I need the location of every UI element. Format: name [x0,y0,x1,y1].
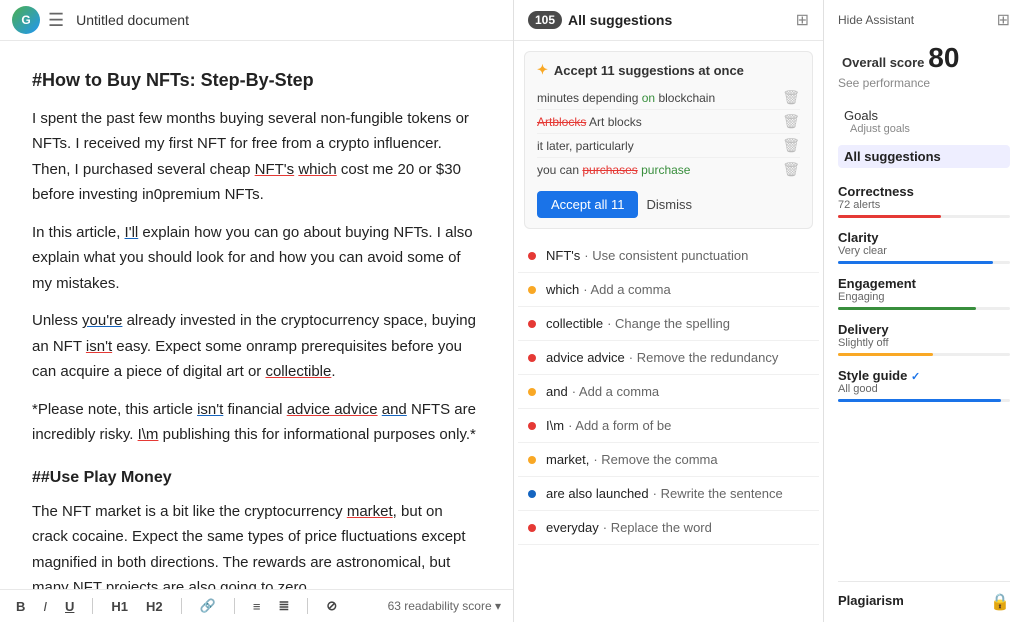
delete-icon-3[interactable]: 🗑 [782,137,800,154]
editor-content[interactable]: #How to Buy NFTs: Step-By-Step I spent t… [0,41,513,589]
metric-engagement: Engagement Engaging [838,276,1010,310]
nav-all-suggestions[interactable]: All suggestions [838,145,1010,168]
plagiarism-icon: 🔒 [990,592,1010,612]
suggestion-dot-yellow [528,286,536,294]
suggestion-dot-red [528,252,536,260]
formatting-bar: B I U H1 H2 🔗 ≡ ≣ ⊘ 63 readability score… [0,589,513,622]
suggestion-dot-red-3 [528,354,536,362]
fmt-separator-2 [181,598,182,614]
editor-heading2: ##Use Play Money [32,464,481,491]
suggestions-count: 105 [528,11,562,29]
plagiarism-label: Plagiarism [838,593,904,608]
delete-icon-2[interactable]: 🗑 [782,113,800,130]
editor-area: G ☰ Untitled document #How to Buy NFTs: … [0,0,514,622]
ordered-list-button[interactable]: ≡ [249,597,265,616]
editor-para2: In this article, I'll explain how you ca… [32,220,481,297]
suggestions-header: 105 All suggestions ⊞ [514,0,823,41]
suggestion-item-everyday[interactable]: everyday · Replace the word [518,511,819,545]
suggestion-item-which[interactable]: which · Add a comma [518,273,819,307]
suggestion-dot-red-2 [528,320,536,328]
suggestion-item-im[interactable]: I\m · Add a form of be [518,409,819,443]
underline-button[interactable]: U [61,597,78,616]
accept-banner-title: ✦ Accept 11 suggestions at once [537,62,800,78]
overall-score-value: 80 [928,42,959,73]
fmt-separator-4 [307,598,308,614]
clarity-bar [838,261,1010,264]
accept-banner-items: minutes depending on blockchain 🗑 Artblo… [537,86,800,181]
doc-title[interactable]: Untitled document [76,12,189,28]
nav-items: Goals Adjust goals All suggestions [838,104,1010,168]
sparkle-icon: ✦ [537,62,548,78]
clear-button[interactable]: ⊘ [322,596,341,616]
h1-button[interactable]: H1 [107,597,132,616]
editor-heading1: #How to Buy NFTs: Step-By-Step [32,65,481,96]
banner-item-1: minutes depending on blockchain 🗑 [537,86,800,110]
accept-all-button[interactable]: Accept all 11 [537,191,638,218]
suggestions-title: All suggestions [568,12,672,28]
engagement-bar [838,307,1010,310]
plagiarism-section[interactable]: 🔒 Plagiarism [838,581,1010,612]
banner-item-2: Artblocks Art blocks 🗑 [537,110,800,134]
toolbar-top: G ☰ Untitled document [0,0,513,41]
metric-clarity: Clarity Very clear [838,230,1010,264]
editor-para5: The NFT market is a bit like the cryptoc… [32,499,481,589]
suggestions-list: NFT's · Use consistent punctuation which… [514,239,823,622]
accept-all-banner: ✦ Accept 11 suggestions at once minutes … [524,51,813,229]
bold-button[interactable]: B [12,597,29,616]
suggestions-grid-icon[interactable]: ⊞ [796,10,809,30]
style-guide-bar [838,399,1010,402]
suggestions-panel: 105 All suggestions ⊞ ✦ Accept 11 sugges… [514,0,824,622]
logo-icon: G [12,6,40,34]
nav-goals[interactable]: Goals Adjust goals [838,104,1010,143]
suggestion-item-and[interactable]: and · Add a comma [518,375,819,409]
assistant-grid-icon[interactable]: ⊞ [997,10,1010,30]
delete-icon-1[interactable]: 🗑 [782,89,800,106]
metric-section: Correctness 72 alerts Clarity Very clear… [838,184,1010,414]
suggestion-dot-red-5 [528,524,536,532]
assistant-panel: Hide Assistant ⊞ Overall score 80 See pe… [824,0,1024,622]
correctness-bar [838,215,1010,218]
dismiss-button[interactable]: Dismiss [646,197,692,212]
overall-score-label: Overall score [842,55,924,70]
h2-button[interactable]: H2 [142,597,167,616]
metric-style-guide: Style guide ✓ All good [838,368,1010,402]
see-performance-link[interactable]: See performance [838,76,1010,90]
suggestion-dot-blue [528,490,536,498]
metric-delivery: Delivery Slightly off [838,322,1010,356]
suggestion-item-nfts[interactable]: NFT's · Use consistent punctuation [518,239,819,273]
unordered-list-button[interactable]: ≣ [274,596,293,616]
readability-score[interactable]: 63 readability score ▾ [388,599,501,613]
fmt-separator-3 [234,598,235,614]
hide-assistant-btn[interactable]: Hide Assistant [838,13,914,27]
delete-icon-4[interactable]: 🗑 [782,161,800,178]
editor-para4: *Please note, this article isn't financi… [32,397,481,448]
suggestion-item-launched[interactable]: are also launched · Rewrite the sentence [518,477,819,511]
menu-icon[interactable]: ☰ [48,10,64,31]
suggestion-dot-yellow-2 [528,388,536,396]
editor-para3: Unless you're already invested in the cr… [32,308,481,385]
score-section: Overall score 80 See performance [838,42,1010,90]
editor-para1: I spent the past few months buying sever… [32,106,481,208]
banner-actions: Accept all 11 Dismiss [537,191,800,218]
italic-button[interactable]: I [39,597,51,616]
banner-item-3: it later, particularly 🗑 [537,134,800,158]
link-button[interactable]: 🔗 [196,596,220,616]
suggestion-dot-red-4 [528,422,536,430]
banner-item-4: you can purchases purchase 🗑 [537,158,800,181]
metric-correctness: Correctness 72 alerts [838,184,1010,218]
suggestion-item-market[interactable]: market, · Remove the comma [518,443,819,477]
suggestion-item-collectible[interactable]: collectible · Change the spelling [518,307,819,341]
fmt-separator-1 [92,598,93,614]
score-row: Overall score 80 [838,42,1010,74]
assistant-header: Hide Assistant ⊞ [838,10,1010,30]
delivery-bar [838,353,1010,356]
suggestion-item-advice[interactable]: advice advice · Remove the redundancy [518,341,819,375]
suggestion-dot-yellow-3 [528,456,536,464]
